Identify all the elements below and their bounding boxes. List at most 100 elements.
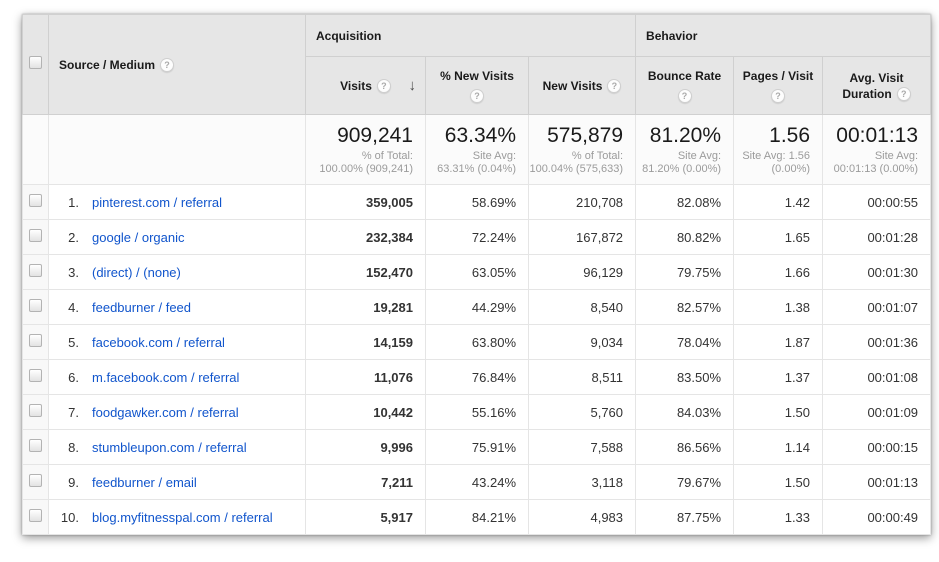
row-checkbox[interactable]	[29, 194, 42, 207]
source-link[interactable]: foodgawker.com / referral	[92, 405, 239, 420]
table-row: 3.(direct) / (none) 152,470 63.05% 96,12…	[23, 255, 931, 290]
checkbox-cell	[23, 290, 49, 325]
bounce-rate-cell: 78.04%	[636, 325, 734, 360]
source-link[interactable]: (direct) / (none)	[92, 265, 181, 280]
pages-per-visit-cell: 1.50	[734, 465, 823, 500]
pct-new-visits-cell: 84.21%	[426, 500, 529, 535]
avg-visit-duration-cell: 00:01:28	[823, 220, 931, 255]
summary-avg-visit-duration-caption: Site Avg:	[823, 150, 918, 163]
row-checkbox[interactable]	[29, 474, 42, 487]
column-header-pages-per-visit[interactable]: Pages / Visit?	[734, 57, 823, 115]
bounce-rate-cell: 79.67%	[636, 465, 734, 500]
checkbox-cell	[23, 395, 49, 430]
source-link[interactable]: m.facebook.com / referral	[92, 370, 239, 385]
source-medium-label: Source / Medium	[59, 58, 155, 72]
help-icon[interactable]: ?	[771, 89, 785, 103]
summary-avg-visit-duration-detail: 00:01:13 (0.00%)	[823, 163, 918, 176]
source-medium-cell: 9.feedburner / email	[49, 465, 306, 500]
row-rank: 8.	[49, 440, 79, 455]
visits-label: Visits	[340, 79, 372, 93]
source-medium-cell: 1.pinterest.com / referral	[49, 185, 306, 220]
help-icon[interactable]: ?	[897, 87, 911, 101]
source-medium-cell: 2. google / organic	[49, 220, 306, 255]
new-visits-cell: 167,872	[529, 220, 636, 255]
sort-descending-icon[interactable]: ↓	[409, 78, 417, 94]
avg-visit-duration-cell: 00:01:09	[823, 395, 931, 430]
column-header-source-medium[interactable]: Source / Medium?	[49, 15, 306, 115]
source-link[interactable]: feedburner / feed	[92, 300, 191, 315]
table-row: 4.feedburner / feed 19,281 44.29% 8,540 …	[23, 290, 931, 325]
summary-visits-caption: % of Total:	[306, 150, 413, 163]
row-checkbox[interactable]	[29, 299, 42, 312]
checkbox-cell	[23, 325, 49, 360]
row-checkbox[interactable]	[29, 404, 42, 417]
checkbox-cell	[23, 430, 49, 465]
visits-cell: 359,005	[306, 185, 426, 220]
new-visits-cell: 4,983	[529, 500, 636, 535]
pages-per-visit-cell: 1.14	[734, 430, 823, 465]
column-header-visits[interactable]: Visits? ↓	[306, 57, 426, 115]
help-icon[interactable]: ?	[607, 79, 621, 93]
column-header-avg-visit-duration[interactable]: Avg. Visit Duration?	[823, 57, 931, 115]
pages-per-visit-cell: 1.42	[734, 185, 823, 220]
pct-new-visits-cell: 63.80%	[426, 325, 529, 360]
source-link[interactable]: facebook.com / referral	[92, 335, 225, 350]
table-row: 1.pinterest.com / referral 359,005 58.69…	[23, 185, 931, 220]
row-rank: 3.	[49, 265, 79, 280]
pct-new-visits-cell: 44.29%	[426, 290, 529, 325]
visits-cell: 14,159	[306, 325, 426, 360]
summary-pct-new-visits-cell: 63.34% Site Avg: 63.31% (0.04%)	[426, 115, 529, 185]
row-rank: 6.	[49, 370, 79, 385]
help-icon[interactable]: ?	[470, 89, 484, 103]
source-link[interactable]: feedburner / email	[92, 475, 197, 490]
row-checkbox[interactable]	[29, 369, 42, 382]
summary-new-visits-caption: % of Total:	[529, 150, 623, 163]
summary-bounce-rate-value: 81.20%	[636, 124, 721, 148]
column-header-bounce-rate[interactable]: Bounce Rate?	[636, 57, 734, 115]
source-medium-cell: 4. feedburner / feed	[49, 290, 306, 325]
bounce-rate-cell: 79.75%	[636, 255, 734, 290]
row-checkbox[interactable]	[29, 229, 42, 242]
source-medium-table: Source / Medium? Acquisition Behavior Vi…	[22, 14, 931, 535]
table-row: 8.stumbleupon.com / referral 9,996 75.91…	[23, 430, 931, 465]
visits-cell: 19,281	[306, 290, 426, 325]
group-header-acquisition: Acquisition	[306, 15, 636, 57]
source-link[interactable]: blog.myfitnesspal.com / referral	[92, 510, 273, 525]
group-header-behavior: Behavior	[636, 15, 931, 57]
source-link[interactable]: pinterest.com / referral	[92, 195, 222, 210]
row-checkbox[interactable]	[29, 439, 42, 452]
pct-new-visits-cell: 63.05%	[426, 255, 529, 290]
summary-avg-visit-duration-value: 00:01:13	[823, 124, 918, 148]
summary-pct-new-visits-caption: Site Avg:	[426, 150, 516, 163]
bounce-rate-label: Bounce Rate	[642, 68, 727, 84]
summary-avg-visit-duration-cell: 00:01:13 Site Avg: 00:01:13 (0.00%)	[823, 115, 931, 185]
pages-per-visit-cell: 1.66	[734, 255, 823, 290]
row-rank: 4.	[49, 300, 79, 315]
select-all-checkbox[interactable]	[29, 56, 42, 69]
checkbox-cell	[23, 465, 49, 500]
help-icon[interactable]: ?	[678, 89, 692, 103]
column-header-new-visits[interactable]: New Visits?	[529, 57, 636, 115]
checkbox-cell	[23, 220, 49, 255]
help-icon[interactable]: ?	[160, 58, 174, 72]
pages-per-visit-label: Pages / Visit	[740, 68, 816, 84]
visits-cell: 5,917	[306, 500, 426, 535]
row-checkbox[interactable]	[29, 509, 42, 522]
source-link[interactable]: google / organic	[92, 230, 185, 245]
pct-new-visits-cell: 58.69%	[426, 185, 529, 220]
summary-row: 909,241 % of Total: 100.00% (909,241) 63…	[23, 115, 931, 185]
source-medium-cell: 7.foodgawker.com / referral	[49, 395, 306, 430]
avg-visit-duration-cell: 00:01:36	[823, 325, 931, 360]
new-visits-cell: 8,540	[529, 290, 636, 325]
summary-new-visits-detail: 100.04% (575,633)	[529, 163, 623, 176]
source-link[interactable]: stumbleupon.com / referral	[92, 440, 247, 455]
row-checkbox[interactable]	[29, 264, 42, 277]
row-checkbox[interactable]	[29, 334, 42, 347]
help-icon[interactable]: ?	[377, 79, 391, 93]
source-medium-cell: 3. (direct) / (none)	[49, 255, 306, 290]
avg-visit-duration-cell: 00:00:15	[823, 430, 931, 465]
row-rank: 2.	[49, 230, 79, 245]
table-row: 6.m.facebook.com / referral 11,076 76.84…	[23, 360, 931, 395]
column-header-pct-new-visits[interactable]: % New Visits?	[426, 57, 529, 115]
summary-pct-new-visits-detail: 63.31% (0.04%)	[426, 163, 516, 176]
